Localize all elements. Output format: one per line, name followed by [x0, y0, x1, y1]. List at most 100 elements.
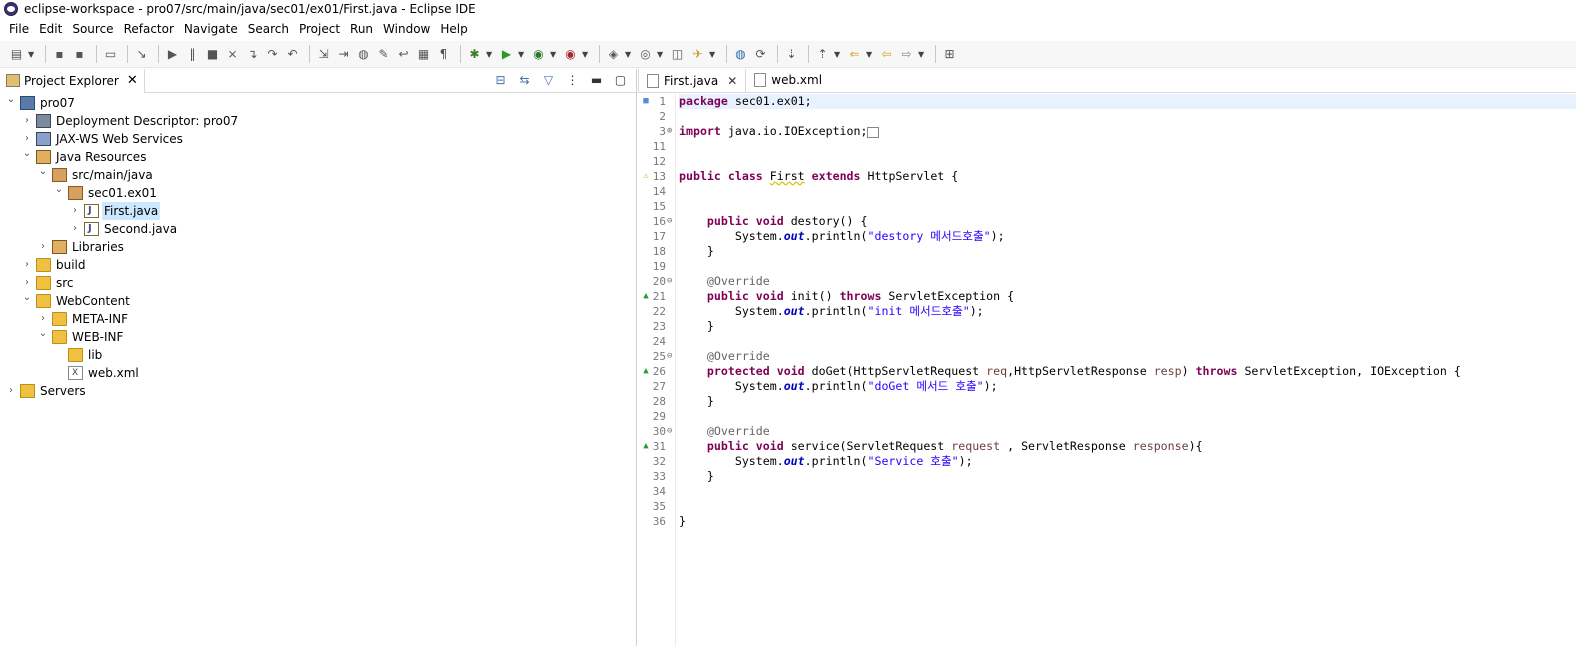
tree-item[interactable]: › src: [0, 274, 636, 292]
code-line[interactable]: 30 ⊖ @Override: [653, 424, 1576, 439]
save-all-icon[interactable]: ▪: [71, 46, 88, 63]
tree-item[interactable]: › Libraries: [0, 238, 636, 256]
collapse-fold-icon[interactable]: ⊖: [667, 424, 672, 439]
drop-frame-icon[interactable]: ⇲: [315, 46, 332, 63]
minimize-icon[interactable]: ▬: [589, 72, 604, 88]
chevron-down-icon[interactable]: ⌄: [6, 91, 16, 109]
override-marker-icon[interactable]: ▲: [641, 439, 651, 454]
code-line[interactable]: 24: [653, 334, 1576, 349]
forward-icon[interactable]: ⇨: [898, 46, 915, 63]
coverage-icon[interactable]: ◉: [530, 46, 547, 63]
chevron-right-icon[interactable]: ›: [38, 238, 48, 256]
dropdown-arrow-icon[interactable]: ▼: [28, 50, 36, 59]
dropdown-arrow-icon[interactable]: ▼: [486, 50, 494, 59]
code-line[interactable]: 28 }: [653, 394, 1576, 409]
code-line[interactable]: 12: [653, 154, 1576, 169]
override-marker-icon[interactable]: ▲: [641, 289, 651, 304]
code-line[interactable]: 29: [653, 409, 1576, 424]
code-line[interactable]: 16 ⊖ public void destory() {: [653, 214, 1576, 229]
java-editor[interactable]: 1 ■ package sec01.ex01; 2 3 ⊕ import java.io.I…: [638, 94, 1576, 646]
warning-marker-icon[interactable]: ⚠: [641, 169, 651, 184]
chevron-down-icon[interactable]: ⌄: [22, 145, 32, 163]
code-line[interactable]: 25 ⊖ @Override: [653, 349, 1576, 364]
collapse-fold-icon[interactable]: ⊖: [667, 274, 672, 289]
tree-item[interactable]: ⌄ WebContent: [0, 292, 636, 310]
dropdown-arrow-icon[interactable]: ▼: [657, 50, 665, 59]
close-icon[interactable]: ✕: [727, 74, 737, 88]
resume-icon[interactable]: ▶: [164, 46, 181, 63]
dropdown-arrow-icon[interactable]: ▼: [550, 50, 558, 59]
chevron-right-icon[interactable]: ›: [6, 382, 16, 400]
new-icon[interactable]: ▤: [8, 46, 25, 63]
code-line[interactable]: 22 System.out.println("init 메서드호출");: [653, 304, 1576, 319]
filter-icon[interactable]: ▽: [541, 72, 556, 88]
tab-web-xml[interactable]: web.xml: [746, 68, 830, 92]
chevron-right-icon[interactable]: ›: [22, 256, 32, 274]
tree-item[interactable]: › First.java: [0, 202, 636, 220]
code-line[interactable]: 2: [659, 109, 1576, 124]
tree-item[interactable]: › build: [0, 256, 636, 274]
external-tools-icon[interactable]: ◉: [562, 46, 579, 63]
disconnect-icon[interactable]: ⨯: [224, 46, 241, 63]
dropdown-arrow-icon[interactable]: ▼: [625, 50, 633, 59]
use-step-filters-icon[interactable]: ⇥: [335, 46, 352, 63]
chevron-down-icon[interactable]: ⌄: [22, 289, 32, 307]
chevron-down-icon[interactable]: ⌄: [38, 325, 48, 343]
code-line[interactable]: 32 System.out.println("Service 호출");: [653, 454, 1576, 469]
expand-fold-icon[interactable]: ⊕: [667, 124, 672, 139]
close-icon[interactable]: ✕: [127, 73, 138, 88]
suspend-icon[interactable]: ‖: [184, 46, 201, 63]
prev-annotation-icon[interactable]: ⇡: [814, 46, 831, 63]
code-line[interactable]: 23 }: [653, 319, 1576, 334]
new-java-project-icon[interactable]: ◈: [605, 46, 622, 63]
skip-icon[interactable]: ↘: [133, 46, 150, 63]
menu-project[interactable]: Project: [294, 19, 345, 40]
tree-item[interactable]: ⌄ WEB-INF: [0, 328, 636, 346]
code-line[interactable]: 3 ⊕ import java.io.IOException;: [659, 124, 1576, 139]
refresh-icon[interactable]: ⟳: [752, 46, 769, 63]
code-line[interactable]: 18 }: [653, 244, 1576, 259]
back-icon[interactable]: ⇦: [878, 46, 895, 63]
menu-help[interactable]: Help: [435, 19, 472, 40]
dropdown-arrow-icon[interactable]: ▼: [709, 50, 717, 59]
menu-run[interactable]: Run: [345, 19, 378, 40]
dropdown-arrow-icon[interactable]: ▼: [518, 50, 526, 59]
code-text[interactable]: 1 ■ package sec01.ex01; 2 3 ⊕ import java.io.I…: [643, 94, 1576, 529]
globe-icon[interactable]: ◍: [732, 46, 749, 63]
terminate-icon[interactable]: ■: [204, 46, 221, 63]
tree-item[interactable]: ⌄ pro07: [0, 94, 636, 112]
chevron-right-icon[interactable]: ›: [22, 112, 32, 130]
chevron-down-icon[interactable]: ⌄: [38, 163, 48, 181]
block-select-icon[interactable]: ▦: [415, 46, 432, 63]
menu-window[interactable]: Window: [378, 19, 435, 40]
perspective-icon[interactable]: ⊞: [941, 46, 958, 63]
run-icon[interactable]: ▶: [498, 46, 515, 63]
tree-item[interactable]: lib: [0, 346, 636, 364]
code-line[interactable]: 36}: [653, 514, 1576, 529]
code-line[interactable]: 13 ⚠ public class First extends HttpServle…: [643, 169, 1576, 184]
code-line[interactable]: 1 ■ package sec01.ex01;: [643, 94, 1576, 109]
next-annotation-icon[interactable]: ⇣: [783, 46, 800, 63]
new-class-icon[interactable]: ◎: [637, 46, 654, 63]
save-icon[interactable]: ▪: [51, 46, 68, 63]
tree-item[interactable]: ⌄ src/main/java: [0, 166, 636, 184]
chevron-right-icon[interactable]: ›: [70, 220, 80, 238]
menu-edit[interactable]: Edit: [34, 19, 67, 40]
current-line-marker-icon[interactable]: ■: [641, 94, 651, 109]
menu-navigate[interactable]: Navigate: [179, 19, 243, 40]
menu-file[interactable]: File: [4, 19, 34, 40]
link-with-editor-icon[interactable]: ⇆: [517, 72, 532, 88]
code-line[interactable]: 11: [653, 139, 1576, 154]
menu-refactor[interactable]: Refactor: [119, 19, 179, 40]
toggle-mark-icon[interactable]: ✎: [375, 46, 392, 63]
step-return-icon[interactable]: ↶: [284, 46, 301, 63]
view-menu-icon[interactable]: ⋮: [565, 72, 580, 88]
code-line[interactable]: 20 ⊖ @Override: [653, 274, 1576, 289]
dropdown-arrow-icon[interactable]: ▼: [918, 50, 926, 59]
tree-item[interactable]: › Second.java: [0, 220, 636, 238]
tree-item[interactable]: ⌄ sec01.ex01: [0, 184, 636, 202]
collapse-fold-icon[interactable]: ⊖: [667, 349, 672, 364]
debug-icon[interactable]: ✱: [466, 46, 483, 63]
step-over-icon[interactable]: ↷: [264, 46, 281, 63]
tree-item[interactable]: › JAX-WS Web Services: [0, 130, 636, 148]
